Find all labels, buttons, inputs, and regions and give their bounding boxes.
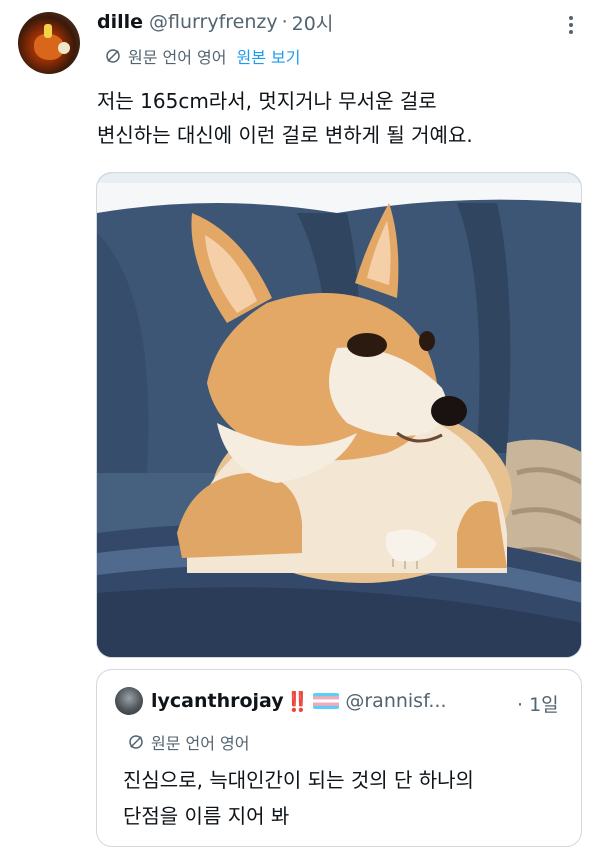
corgi-on-sofa-image bbox=[97, 173, 581, 657]
quote-badge: ‼️ bbox=[285, 690, 310, 713]
dot bbox=[569, 30, 573, 34]
tweet-text: 저는 165cm라서, 멋지거나 무서운 걸로 변신하는 대신에 이런 걸로 변… bbox=[97, 84, 567, 152]
quote-author-handle[interactable]: @rannisf... bbox=[345, 690, 446, 712]
quote-time[interactable]: 1일 bbox=[529, 694, 559, 716]
translate-icon bbox=[129, 735, 143, 749]
quote-avatar[interactable] bbox=[115, 687, 143, 715]
translate-label: 원문 언어 영어 bbox=[128, 48, 227, 67]
avatar[interactable] bbox=[18, 12, 80, 74]
author-name[interactable]: dille bbox=[97, 11, 143, 33]
author-handle[interactable]: @flurryfrenzy bbox=[149, 11, 278, 33]
quote-text-line: 진심으로, 늑대인간이 되는 것의 단 하나의 bbox=[123, 768, 474, 792]
more-dots-icon[interactable] bbox=[560, 14, 582, 36]
translate-icon bbox=[106, 49, 120, 63]
transgender-flag-icon bbox=[313, 693, 340, 709]
tweet-header: dille @flurryfrenzy · 20시 bbox=[97, 8, 333, 36]
quote-text-line: 단점을 이름 지어 봐 bbox=[123, 804, 290, 828]
avatar-art-horn bbox=[44, 24, 52, 38]
quoted-tweet[interactable]: lycanthrojay ‼️ @rannisf... · 1일 원문 언어 영… bbox=[96, 669, 582, 847]
view-original-link[interactable]: 원본 보기 bbox=[237, 44, 301, 68]
quote-translate-label: 원문 언어 영어 bbox=[151, 734, 250, 753]
quote-author-name[interactable]: lycanthrojay bbox=[151, 690, 284, 712]
tweet-time[interactable]: 20시 bbox=[292, 9, 334, 36]
quote-text: 진심으로, 늑대인간이 되는 것의 단 하나의 단점을 이름 지어 봐 bbox=[123, 762, 563, 834]
quote-time-group: · 1일 bbox=[517, 690, 559, 717]
separator-dot: · bbox=[517, 694, 524, 716]
quote-translation-info: 원문 언어 영어 bbox=[127, 730, 250, 754]
quote-header: lycanthrojay ‼️ @rannisf... bbox=[115, 686, 447, 716]
dot bbox=[569, 23, 573, 27]
dot bbox=[569, 16, 573, 20]
separator-dot: · bbox=[281, 11, 288, 33]
avatar-art-eye bbox=[58, 42, 70, 54]
tweet-text-line: 변신하는 대신에 이런 걸로 변하게 될 거예요. bbox=[97, 123, 473, 147]
translation-info: 원문 언어 영어 원본 보기 bbox=[104, 44, 300, 68]
tweet-text-line: 저는 165cm라서, 멋지거나 무서운 걸로 bbox=[97, 89, 437, 113]
tweet-photo-corgi[interactable] bbox=[96, 172, 582, 658]
